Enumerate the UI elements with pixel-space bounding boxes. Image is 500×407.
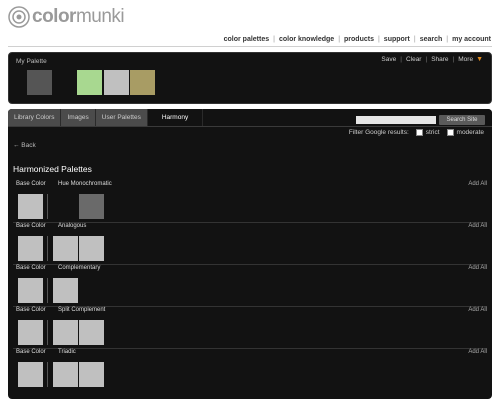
logo-text-light: munki [75,6,125,27]
palette-swatch-5[interactable] [130,70,155,95]
nav-separator: | [413,36,416,43]
base-color-label: Base Color [16,265,46,271]
harmonized-palettes-title: Harmonized Palettes [13,164,92,174]
harmony-type-label: Complementary [58,265,101,271]
tabs: Library Colors Images User Palettes Harm… [8,109,204,126]
swatch-divider [47,194,48,219]
nav-separator: | [273,36,275,43]
harmony-swatch[interactable] [53,194,78,219]
my-palette-title: My Palette [16,58,47,65]
palette-swatch-3[interactable] [77,70,102,95]
swatch-divider [47,278,48,303]
harmony-row-triadic: Base Color Triadic Add All [13,349,487,391]
nav-my-account[interactable]: my account [452,36,491,43]
harmony-swatch[interactable] [53,320,78,345]
action-separator: | [400,56,402,63]
palette-swatch-2[interactable] [52,70,77,95]
harmony-row-split-complement: Base Color Split Complement Add All [13,307,487,349]
swatch-divider [47,320,48,345]
harmony-type-label: Analogous [58,223,87,229]
harmony-swatch[interactable] [79,236,104,261]
more-dropdown-icon[interactable]: ▼ [476,56,483,63]
palette-swatch-1[interactable] [27,70,52,95]
nav-color-palettes[interactable]: color palettes [224,36,270,43]
harmony-swatch[interactable] [79,320,104,345]
nav-separator: | [446,36,449,43]
top-navigation: color palettes | color knowledge | produ… [224,36,491,43]
tab-images[interactable]: Images [61,109,96,126]
harmony-type-label: Split Complement [58,307,106,313]
harmony-swatch[interactable] [53,236,78,261]
harmony-row-monochromatic: Base Color Hue Monochromatic Add All [13,181,487,223]
harmony-type-label: Triadic [58,349,76,355]
tab-harmony[interactable]: Harmony [147,109,204,126]
more-button[interactable]: More [458,56,473,63]
base-color-swatch[interactable] [18,278,43,303]
base-color-label: Base Color [16,223,46,229]
logo-text: colormunki [32,6,125,28]
base-color-swatch[interactable] [18,236,43,261]
swatch-divider [47,362,48,387]
filter-label: Filter Google results: [348,129,409,136]
google-filter: Filter Google results: strict moderate [349,129,484,136]
base-color-swatch[interactable] [18,320,43,345]
harmony-swatch[interactable] [53,278,78,303]
tab-user-palettes[interactable]: User Palettes [95,109,148,126]
nav-color-knowledge[interactable]: color knowledge [279,36,334,43]
harmony-row-analogous: Base Color Analogous Add All [13,223,487,265]
nav-search[interactable]: search [420,36,443,43]
save-button[interactable]: Save [381,56,396,63]
moderate-checkbox[interactable] [446,129,454,136]
strict-label: strict [425,129,440,136]
tab-library-colors[interactable]: Library Colors [8,109,62,126]
add-all-button[interactable]: Add All [468,265,487,271]
strict-checkbox[interactable] [415,129,423,136]
back-link[interactable]: ← Back [13,142,36,149]
nav-separator: | [338,36,341,43]
logo-text-bold: color [32,6,76,27]
share-button[interactable]: Share [431,56,448,63]
search-site-button[interactable]: Search Site [439,115,485,125]
harmony-panel: Library Colors Images User Palettes Harm… [8,109,492,399]
harmony-type-label: Hue Monochromatic [58,181,112,187]
header-divider [8,46,492,47]
base-color-swatch[interactable] [18,362,43,387]
add-all-button[interactable]: Add All [468,181,487,187]
tab-underline [8,126,492,127]
nav-support[interactable]: support [384,36,410,43]
harmony-swatch[interactable] [79,194,104,219]
clear-button[interactable]: Clear [406,56,422,63]
my-palette-actions: Save | Clear | Share | More ▼ [381,56,483,63]
base-color-label: Base Color [16,349,46,355]
harmony-row-complementary: Base Color Complementary Add All [13,265,487,307]
palette-swatch-4[interactable] [104,70,129,95]
action-separator: | [452,56,455,63]
swatch-divider [47,236,48,261]
colormunki-logo[interactable]: colormunki [8,6,125,28]
my-palette-panel: My Palette Save | Clear | Share | More ▼ [8,52,492,104]
search-site-input[interactable] [356,116,436,124]
add-all-button[interactable]: Add All [468,223,487,229]
moderate-label: moderate [456,129,484,136]
base-color-label: Base Color [16,181,46,187]
base-color-label: Base Color [16,307,46,313]
logo-mark-icon [8,6,30,28]
nav-products[interactable]: products [344,36,374,43]
harmony-swatch[interactable] [53,362,78,387]
add-all-button[interactable]: Add All [468,349,487,355]
nav-separator: | [377,36,380,43]
add-all-button[interactable]: Add All [468,307,487,313]
base-color-swatch[interactable] [18,194,43,219]
action-separator: | [425,56,428,63]
harmony-swatch[interactable] [79,362,104,387]
